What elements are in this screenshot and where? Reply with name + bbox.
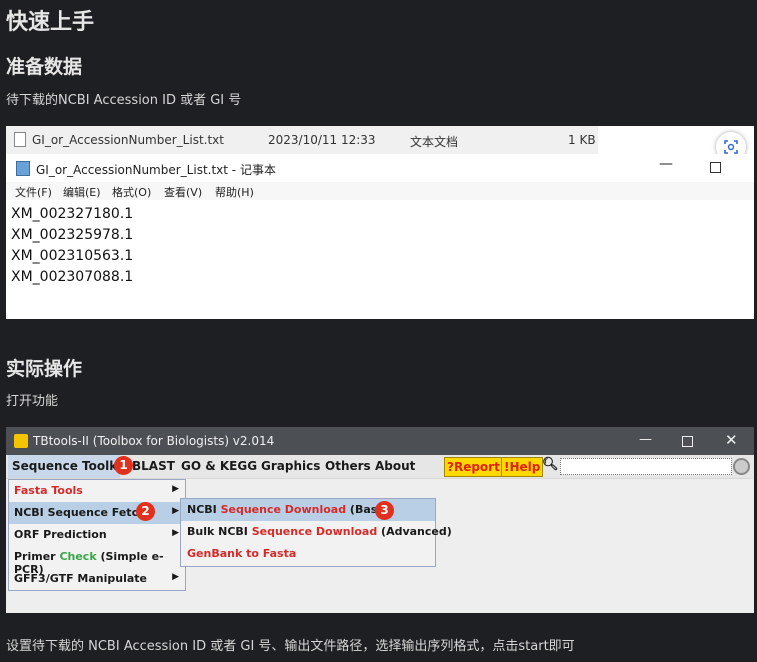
tbtools-title: TBtools-II (Toolbox for Biologists) v2.0… <box>33 434 275 448</box>
menu-item-ncbi-sequence-fetch[interactable]: NCBI Sequence Fetch ▶ <box>9 502 185 524</box>
step-badge-2: 2 <box>136 502 155 521</box>
notepad-icon <box>16 161 30 176</box>
file-type: 文本文档 <box>410 135 459 149</box>
menu-item-primer-check[interactable]: Primer Check (Simple e-PCR) <box>9 546 185 576</box>
menu-item-bulk-ncbi-download[interactable]: Bulk NCBI Sequence Download (Advanced) <box>181 521 452 543</box>
sequence-toolkit-menu: Fasta Tools ▶ NCBI Sequence Fetch ▶ ORF … <box>8 479 186 591</box>
minimize-icon[interactable]: — <box>659 156 673 172</box>
notepad-screenshot: GI_or_AccessionNumber_List.txt 2023/10/1… <box>6 126 754 319</box>
step-badge-1: 1 <box>114 456 133 475</box>
menu-file[interactable]: 文件(F) <box>15 184 52 200</box>
footer-instruction: 设置待下载的 NCBI Accession ID 或者 GI 号、输出文件路径，… <box>6 639 575 654</box>
notepad-text-area[interactable]: XM_002327180.1 XM_002325978.1 XM_0023105… <box>11 204 133 288</box>
tbtools-titlebar: TBtools-II (Toolbox for Biologists) v2.0… <box>6 427 754 455</box>
menu-others[interactable]: Others <box>325 459 371 473</box>
menu-item-gff3-gtf[interactable]: GFF3/GTF Manipulate ▶ <box>9 568 185 590</box>
minimize-icon[interactable]: — <box>639 432 652 447</box>
menu-about[interactable]: About <box>375 459 415 473</box>
menu-blast[interactable]: BLAST <box>132 459 175 473</box>
text-line: XM_002310563.1 <box>11 248 134 264</box>
tbtools-screenshot: TBtools-II (Toolbox for Biologists) v2.0… <box>6 427 754 613</box>
section-desc-prepare: 待下载的NCBI Accession ID 或者 GI 号 <box>6 93 242 108</box>
text-file-icon <box>14 132 26 147</box>
menu-sequence-toolkit[interactable]: Sequence Toolkit <box>12 459 127 473</box>
arrow-right-icon: ▶ <box>172 506 179 516</box>
menu-go-kegg[interactable]: GO & KEGG <box>181 459 257 473</box>
arrow-right-icon: ▶ <box>172 528 179 538</box>
section-heading-operate: 实际操作 <box>6 358 83 380</box>
file-size: 1 KB <box>568 133 596 147</box>
text-line: XM_002307088.1 <box>11 269 134 285</box>
menu-view[interactable]: 查看(V) <box>164 184 202 200</box>
menu-item-genbank-to-fasta[interactable]: GenBank to Fasta <box>181 543 435 565</box>
maximize-icon[interactable] <box>710 162 721 173</box>
search-icon: 🔍︎ <box>542 457 559 472</box>
file-list-row[interactable]: GI_or_AccessionNumber_List.txt 2023/10/1… <box>6 126 598 155</box>
section-desc-operate: 打开功能 <box>6 394 59 409</box>
arrow-right-icon: ▶ <box>172 484 179 494</box>
arrow-right-icon: ▶ <box>172 572 179 582</box>
search-input[interactable] <box>560 458 732 475</box>
ncbi-submenu: NCBI Sequence Download (Basic) Bulk NCBI… <box>180 498 452 567</box>
step-badge-3: 3 <box>375 501 394 520</box>
notepad-title: GI_or_AccessionNumber_List.txt - 记事本 <box>36 163 276 177</box>
menu-format[interactable]: 格式(O) <box>112 184 151 200</box>
menu-help[interactable]: 帮助(H) <box>215 184 254 200</box>
notepad-titlebar: GI_or_AccessionNumber_List.txt - 记事本 — <box>6 154 754 183</box>
menu-graphics[interactable]: Graphics <box>261 459 320 473</box>
section-heading-prepare: 准备数据 <box>6 56 83 78</box>
menu-item-fasta-tools[interactable]: Fasta Tools ▶ <box>9 480 185 502</box>
menu-item-orf-prediction[interactable]: ORF Prediction ▶ <box>9 524 185 546</box>
gear-icon[interactable] <box>733 458 750 475</box>
menu-edit[interactable]: 编辑(E) <box>63 184 101 200</box>
report-button[interactable]: ?Report <box>444 457 503 477</box>
text-line: XM_002327180.1 <box>11 206 134 222</box>
page-title: 快速上手 <box>6 10 95 35</box>
tbtools-logo-icon <box>14 434 28 448</box>
text-line: XM_002325978.1 <box>11 227 134 243</box>
maximize-icon[interactable] <box>682 436 693 447</box>
menu-item-ncbi-download-basic[interactable]: NCBI Sequence Download (Basic) <box>181 499 435 521</box>
notepad-menubar: 文件(F) 编辑(E) 格式(O) 查看(V) 帮助(H) <box>6 182 754 200</box>
file-date: 2023/10/11 12:33 <box>268 133 376 147</box>
close-icon[interactable]: ✕ <box>725 431 738 449</box>
help-button[interactable]: !Help <box>501 457 544 477</box>
file-name: GI_or_AccessionNumber_List.txt <box>32 133 224 147</box>
